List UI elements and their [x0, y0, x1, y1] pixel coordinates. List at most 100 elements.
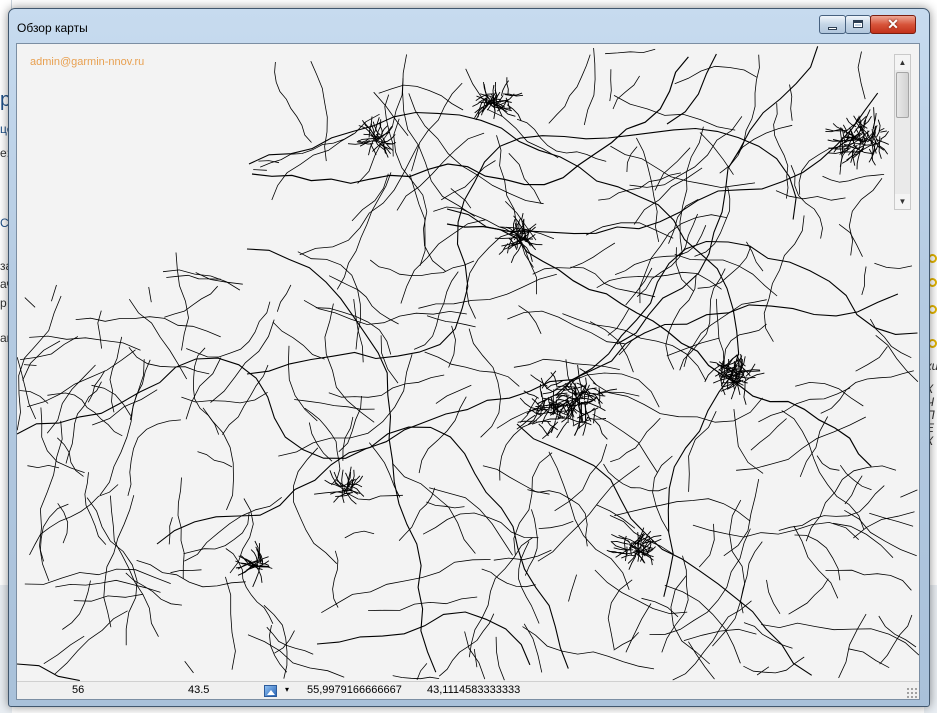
map-road: [683, 628, 757, 641]
map-road: [788, 578, 829, 615]
map-road: [609, 69, 612, 102]
scroll-down-button[interactable]: ▼: [895, 194, 910, 209]
map-road: [257, 561, 270, 566]
map-road: [57, 503, 69, 544]
map-road: [177, 477, 185, 579]
map-road: [513, 452, 553, 555]
map-road: [148, 286, 152, 303]
map-road: [22, 340, 61, 381]
map-road: [675, 247, 694, 292]
map-road: [99, 359, 145, 496]
map-road: [872, 107, 876, 130]
close-button[interactable]: ✕: [870, 15, 916, 34]
scroll-up-button[interactable]: ▲: [895, 55, 910, 70]
map-road: [498, 243, 509, 255]
map-road: [538, 423, 549, 437]
map-road: [758, 387, 851, 423]
map-road: [857, 51, 866, 100]
map-canvas[interactable]: admin@garmin-nnov.ru ▲ ▼: [17, 44, 919, 681]
map-road: [763, 215, 805, 342]
map-road: [20, 336, 79, 360]
map-road: [482, 465, 550, 495]
map-road: [17, 663, 80, 681]
arrow-down-icon: ▼: [898, 197, 907, 206]
map-road: [793, 525, 839, 599]
map-road: [869, 318, 912, 359]
map-road: [225, 548, 274, 624]
map-road: [266, 626, 314, 655]
map-road: [508, 153, 542, 204]
map-road: [548, 451, 630, 591]
map-road: [781, 410, 865, 530]
map-road: [446, 223, 872, 468]
map-road: [62, 580, 91, 630]
map-road: [27, 464, 60, 469]
map-road: [418, 396, 467, 474]
map-road: [408, 93, 544, 205]
map-road: [328, 374, 445, 398]
scroll-thumb[interactable]: [896, 72, 909, 118]
map-road: [186, 301, 271, 358]
map-road: [225, 576, 236, 670]
map-road: [396, 132, 485, 211]
map-road: [541, 370, 557, 389]
resize-grip-icon[interactable]: [906, 687, 917, 698]
map-road: [593, 419, 608, 440]
map-road: [585, 222, 674, 239]
map-road: [613, 95, 736, 131]
map-road: [692, 521, 859, 540]
map-road: [426, 315, 476, 328]
background-text-fragment: ан: [0, 331, 8, 345]
map-road: [332, 550, 339, 608]
map-road: [550, 396, 553, 411]
layer-dropdown-arrow-icon[interactable]: ▾: [282, 683, 292, 697]
map-road: [248, 111, 740, 597]
map-road: [605, 48, 656, 55]
map-road: [554, 443, 608, 512]
map-layer-icon[interactable]: [264, 685, 277, 697]
map-road: [184, 496, 282, 562]
map-road: [424, 351, 520, 387]
map-vertical-scrollbar[interactable]: ▲ ▼: [894, 54, 911, 210]
map-road: [39, 420, 63, 582]
map-road: [822, 174, 885, 183]
map-road: [486, 108, 559, 159]
map-road: [276, 284, 292, 312]
map-road: [272, 321, 325, 360]
map-road: [746, 241, 764, 272]
window-client-area: admin@garmin-nnov.ru ▲ ▼ 56 43.5 ▾ 55,99…: [16, 43, 920, 700]
latitude-readout: 55,9979166666667: [307, 684, 402, 696]
map-road: [542, 416, 566, 422]
map-road: [778, 485, 885, 531]
map-road: [666, 53, 717, 125]
map-road: [688, 641, 715, 680]
map-road: [613, 632, 639, 651]
window-titlebar[interactable]: Обзор карты ✕: [9, 9, 929, 43]
maximize-button[interactable]: [845, 15, 871, 34]
map-scale: 43.5: [188, 684, 210, 696]
map-road: [481, 568, 536, 588]
map-road: [596, 504, 636, 529]
map-road: [411, 82, 463, 172]
map-road: [29, 484, 119, 556]
map-road: [775, 190, 846, 201]
minimize-button[interactable]: [819, 15, 846, 34]
map-road: [51, 284, 57, 302]
map-road: [73, 593, 143, 602]
map-road: [524, 509, 538, 576]
map-road: [861, 266, 867, 296]
map-road: [875, 334, 919, 382]
map-road: [294, 399, 375, 410]
map-road: [24, 297, 36, 308]
map-road: [723, 479, 760, 557]
map-road: [175, 252, 189, 351]
map-road: [794, 534, 841, 581]
map-road: [278, 354, 413, 457]
map-road: [736, 416, 866, 471]
map-road: [210, 319, 275, 403]
map-road: [127, 419, 181, 496]
map-road: [24, 568, 171, 585]
map-road: [610, 540, 629, 551]
map-road: [250, 549, 258, 562]
map-road: [128, 346, 210, 375]
